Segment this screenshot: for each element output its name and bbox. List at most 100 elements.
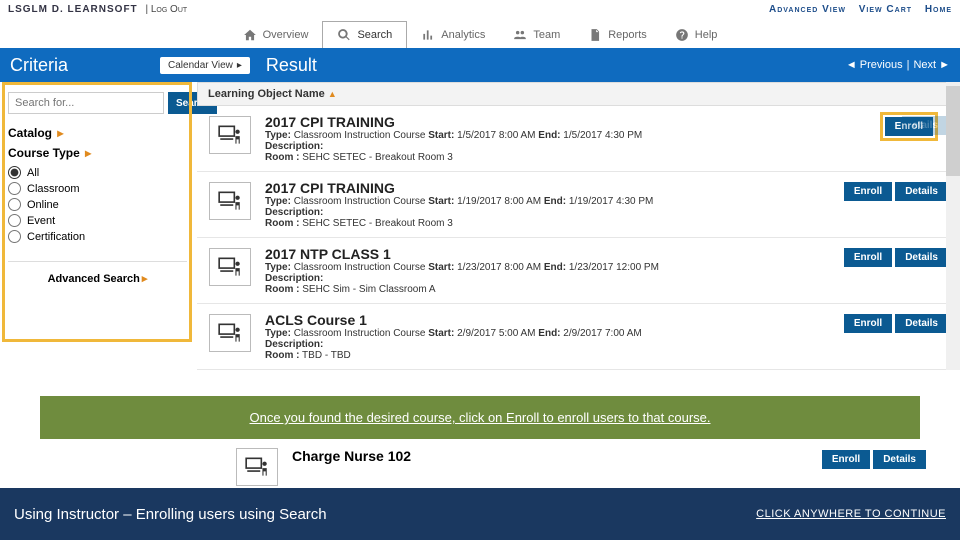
radio-classroom[interactable]: Classroom <box>8 182 187 195</box>
classroom-icon <box>217 124 243 146</box>
course-description: Description: <box>265 207 830 218</box>
course-room: Room : SEHC SETEC - Breakout Room 3 <box>265 152 848 163</box>
course-description: Description: <box>265 339 830 350</box>
nav-tabs: Overview Search Analytics Team Reports H… <box>0 21 960 48</box>
details-button[interactable]: Details <box>895 248 948 267</box>
course-title[interactable]: 2017 NTP CLASS 1 <box>265 246 830 262</box>
catalog-section[interactable]: Catalog ▸ <box>8 126 187 140</box>
tab-help[interactable]: Help <box>661 21 732 48</box>
view-cart-link[interactable]: View Cart <box>859 4 912 15</box>
course-title[interactable]: 2017 CPI TRAINING <box>265 180 830 196</box>
scrollbar-thumb[interactable] <box>946 86 960 176</box>
radio-event-input[interactable] <box>8 214 21 227</box>
chevron-right-icon: ▸ <box>237 60 242 71</box>
search-input[interactable] <box>8 92 164 114</box>
course-buttons: Enroll Details <box>844 182 948 229</box>
reports-icon <box>588 28 602 42</box>
peek-course-title: Charge Nurse 102 <box>292 448 411 464</box>
classroom-icon <box>217 256 243 278</box>
radio-online[interactable]: Online <box>8 198 187 211</box>
course-row: 2017 CPI TRAINING Type: Classroom Instru… <box>197 106 954 172</box>
tab-help-label: Help <box>695 29 718 41</box>
course-buttons: Enroll Details <box>844 314 948 361</box>
course-room: Room : SEHC Sim - Sim Classroom A <box>265 284 830 295</box>
search-icon <box>337 28 351 42</box>
criteria-result-bar: Criteria Calendar View ▸ Result ◄ Previo… <box>0 48 960 82</box>
radio-all-input[interactable] <box>8 166 21 179</box>
result-heading: Result <box>266 55 317 76</box>
top-right-links: Advanced View View Cart Home <box>759 4 952 15</box>
tutorial-bottom-bar[interactable]: Using Instructor – Enrolling users using… <box>0 488 960 540</box>
criteria-heading: Criteria <box>10 55 160 76</box>
classroom-icon <box>217 190 243 212</box>
course-title[interactable]: 2017 CPI TRAINING <box>265 114 848 130</box>
enroll-button[interactable]: Enroll <box>844 248 892 267</box>
next-link[interactable]: Next ► <box>913 59 950 71</box>
enroll-button[interactable]: Enroll <box>844 314 892 333</box>
tab-team[interactable]: Team <box>499 21 574 48</box>
course-type-section[interactable]: Course Type ▸ <box>8 146 187 160</box>
tab-overview-label: Overview <box>263 29 309 41</box>
tab-reports-label: Reports <box>608 29 647 41</box>
tab-overview[interactable]: Overview <box>229 21 323 48</box>
analytics-icon <box>421 28 435 42</box>
calendar-view-button[interactable]: Calendar View ▸ <box>160 57 250 74</box>
catalog-label: Catalog <box>8 126 52 140</box>
results-header-label: Learning Object Name <box>208 88 325 100</box>
radio-certification-input[interactable] <box>8 230 21 243</box>
course-row: ACLS Course 1 Type: Classroom Instructio… <box>197 304 954 370</box>
sidebar-highlight-box <box>2 82 192 342</box>
sort-icon: ▲ <box>328 89 337 99</box>
radio-all-label: All <box>27 167 39 179</box>
advanced-search-label: Advanced Search <box>48 273 140 285</box>
course-thumbnail <box>209 116 251 154</box>
radio-certification[interactable]: Certification <box>8 230 187 243</box>
results-column-header[interactable]: Learning Object Name ▲ <box>197 82 954 106</box>
radio-online-input[interactable] <box>8 198 21 211</box>
course-thumbnail <box>209 314 251 352</box>
radio-classroom-input[interactable] <box>8 182 21 195</box>
scrollbar[interactable] <box>946 82 960 370</box>
advanced-view-link[interactable]: Advanced View <box>769 4 846 15</box>
peek-details-button[interactable]: Details <box>873 450 926 469</box>
radio-event-label: Event <box>27 215 55 227</box>
classroom-icon <box>217 322 243 344</box>
home-icon <box>243 28 257 42</box>
tab-reports[interactable]: Reports <box>574 21 661 48</box>
criteria-sidebar: Search Catalog ▸ Course Type ▸ All Class… <box>0 82 195 370</box>
tab-analytics[interactable]: Analytics <box>407 21 499 48</box>
course-room: Room : TBD - TBD <box>265 350 830 361</box>
tab-analytics-label: Analytics <box>441 29 485 41</box>
details-button[interactable]: etails <box>902 116 948 135</box>
instruction-text: Once you found the desired course, click… <box>249 410 710 425</box>
radio-all[interactable]: All <box>8 166 187 179</box>
course-title[interactable]: ACLS Course 1 <box>265 312 830 328</box>
enroll-button[interactable]: Enroll <box>844 182 892 201</box>
radio-online-label: Online <box>27 199 59 211</box>
home-link[interactable]: Home <box>925 4 952 15</box>
expand-icon: ▸ <box>85 146 91 160</box>
course-meta: Type: Classroom Instruction Course Start… <box>265 262 830 273</box>
course-meta: Type: Classroom Instruction Course Start… <box>265 196 830 207</box>
advanced-search-link[interactable]: Advanced Search▸ <box>8 261 187 285</box>
click-to-continue[interactable]: CLICK ANYWHERE TO CONTINUE <box>756 508 946 520</box>
course-type-label: Course Type <box>8 146 80 160</box>
course-room: Room : SEHC SETEC - Breakout Room 3 <box>265 218 830 229</box>
tab-search[interactable]: Search <box>322 21 407 48</box>
classroom-icon <box>244 456 270 478</box>
course-row: 2017 CPI TRAINING Type: Classroom Instru… <box>197 172 954 238</box>
radio-event[interactable]: Event <box>8 214 187 227</box>
course-meta: Type: Classroom Instruction Course Start… <box>265 130 848 141</box>
instruction-callout: Once you found the desired course, click… <box>40 396 920 439</box>
details-button[interactable]: Details <box>895 182 948 201</box>
tab-search-label: Search <box>357 29 392 41</box>
details-button[interactable]: Details <box>895 314 948 333</box>
tab-team-label: Team <box>533 29 560 41</box>
logout-link[interactable]: | Log Out <box>145 4 187 15</box>
previous-link[interactable]: ◄ Previous <box>846 59 903 71</box>
peek-enroll-button[interactable]: Enroll <box>822 450 870 469</box>
course-row-peek: Charge Nurse 102 <box>236 448 411 486</box>
course-buttons: Enroll Details <box>844 248 948 295</box>
chevron-right-icon: ▸ <box>142 273 148 285</box>
course-meta: Type: Classroom Instruction Course Start… <box>265 328 830 339</box>
